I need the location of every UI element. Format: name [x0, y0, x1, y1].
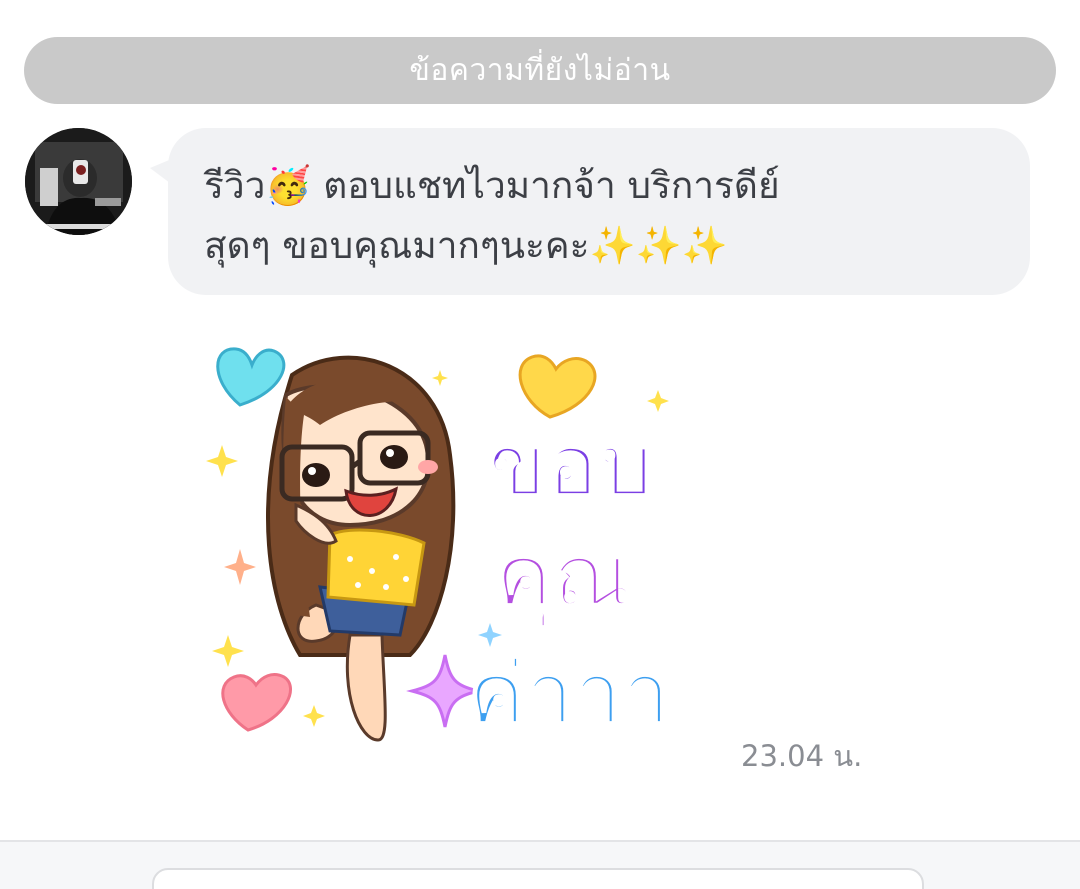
message-text: รีวิว🥳 ตอบแชทไวมากจ้า บริการดีย์ สุดๆ ขอ… [204, 164, 780, 267]
sender-avatar[interactable] [25, 128, 132, 235]
message-bubble[interactable]: รีวิว🥳 ตอบแชทไวมากจ้า บริการดีย์ สุดๆ ขอ… [168, 128, 1030, 295]
thank-you-sticker[interactable]: ขอบ คุณ ค่าาา [200, 335, 700, 755]
thank-you-girl-sticker-icon: ขอบ คุณ ค่าาา [206, 347, 671, 745]
pink-heart-icon [221, 673, 292, 732]
chat-screen: ข้อความที่ยังไม่อ่าน รีวิว🥳 ตอบแชทไวมากจ… [0, 0, 1080, 889]
yellow-heart-icon [518, 354, 597, 419]
sticker-line-1: ขอบ [488, 416, 653, 516]
unread-messages-divider: ข้อความที่ยังไม่อ่าน [24, 37, 1056, 104]
unread-divider-label: ข้อความที่ยังไม่อ่าน [409, 53, 671, 88]
message-input[interactable] [152, 868, 924, 889]
cyan-heart-icon [216, 347, 286, 407]
message-timestamp: 23.04 น. [741, 739, 863, 773]
avatar-photo-icon [25, 128, 132, 235]
sticker-line-2: คุณ [495, 526, 632, 629]
sticker-line-3: ค่าาา [468, 644, 670, 744]
